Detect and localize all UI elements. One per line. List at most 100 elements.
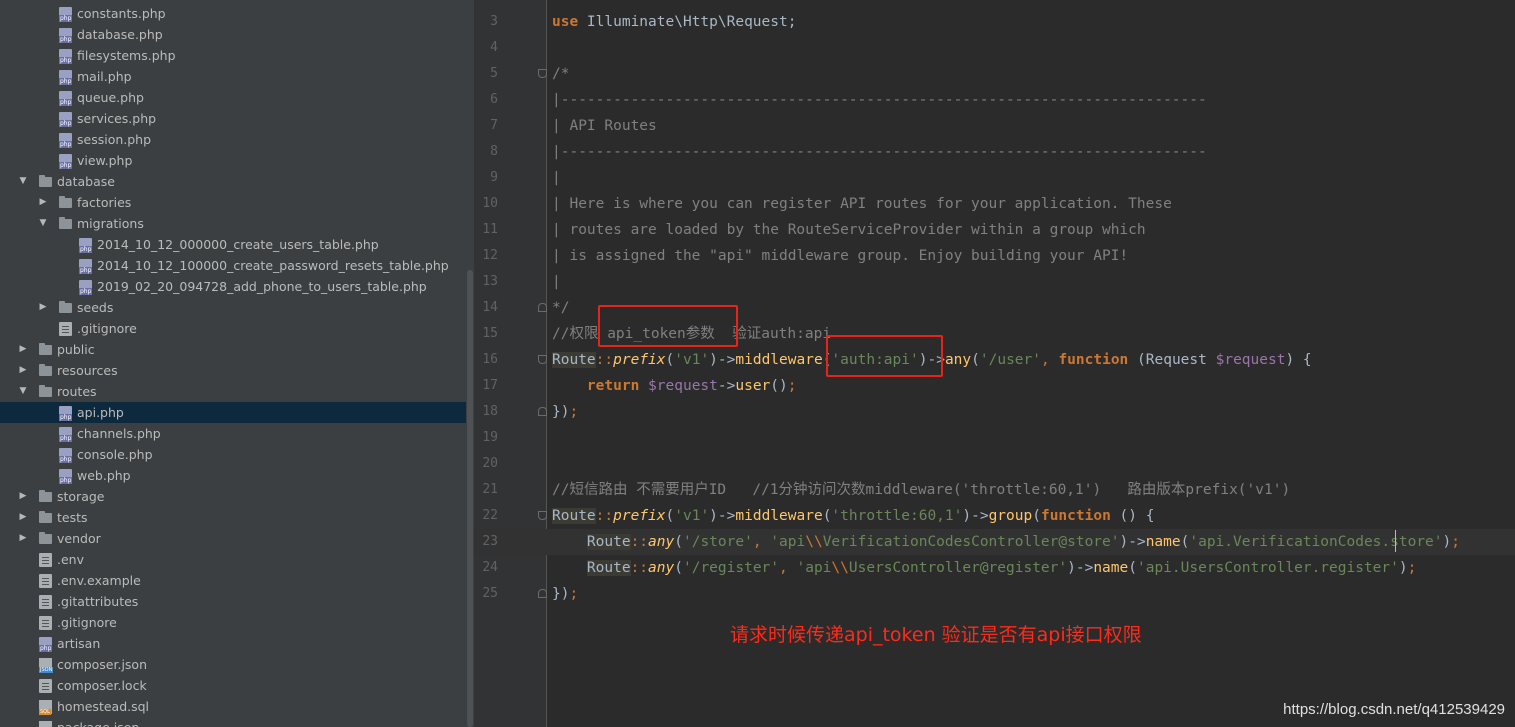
code-token: middleware [735,352,823,368]
tree-file[interactable]: queue.php [0,87,474,108]
code-line[interactable]: 19 [474,425,1515,451]
code-token: function [1058,352,1129,368]
tree-file[interactable]: .gitignore [0,318,474,339]
tree-file[interactable]: composer.lock [0,675,474,696]
code-token: Route [552,352,596,368]
fold-close-icon[interactable] [538,407,547,416]
tree-item-label: channels.php [77,426,161,441]
tree-file[interactable]: .env.example [0,570,474,591]
chevron-down-icon[interactable]: ▼ [18,171,28,192]
tree-item-label: .env.example [57,573,141,588]
code-text: return $request->user(); [552,373,797,399]
code-line[interactable]: 21 //短信路由 不需要用户ID //1分钟访问次数middleware('th… [474,477,1515,503]
folder-icon [59,301,72,313]
fold-close-icon[interactable] [538,303,547,312]
fold-open-icon[interactable] [538,355,547,364]
tree-file[interactable]: api.php [0,402,474,423]
tree-file[interactable]: 2014_10_12_100000_create_password_resets… [0,255,474,276]
tree-file[interactable]: .gitattributes [0,591,474,612]
tree-file[interactable]: package.json [0,717,474,727]
code-line[interactable]: 7 | API Routes [474,113,1515,139]
code-editor[interactable]: 3 use Illuminate\Http\Request; 4 5 /* 6 |-----… [474,0,1515,727]
tree-file[interactable]: database.php [0,24,474,45]
tree-folder[interactable]: ▶ storage [0,486,474,507]
fold-open-icon[interactable] [538,69,547,78]
tree-item-label: .gitattributes [57,594,139,609]
tree-file[interactable]: services.php [0,108,474,129]
tree-folder[interactable]: ▶ tests [0,507,474,528]
code-text: | [552,269,561,295]
code-line[interactable]: 16 Route::prefix('v1')->middleware('auth:… [474,347,1515,373]
fold-open-icon[interactable] [538,511,547,520]
tree-folder[interactable]: ▶ public [0,339,474,360]
tree-scrollbar-thumb[interactable] [467,270,473,727]
code-token: ; [1407,560,1417,576]
tree-folder[interactable]: ▶ seeds [0,297,474,318]
tree-folder[interactable]: ▼ migrations [0,213,474,234]
line-number: 18 [482,404,498,419]
code-token: )-> [962,508,989,524]
tree-file[interactable]: 2014_10_12_000000_create_users_table.php [0,234,474,255]
code-line[interactable]: 10 | Here is where you can register API r… [474,191,1515,217]
code-line[interactable]: 20 [474,451,1515,477]
tree-file[interactable]: mail.php [0,66,474,87]
chevron-right-icon[interactable]: ▶ [38,297,48,318]
tree-folder[interactable]: ▶ factories [0,192,474,213]
chevron-down-icon[interactable]: ▼ [18,381,28,402]
tree-file[interactable]: console.php [0,444,474,465]
tree-folder[interactable]: ▼ routes [0,381,474,402]
tree-folder[interactable]: ▶ resources [0,360,474,381]
code-line[interactable]: 22 Route::prefix('v1')->middleware('throt… [474,503,1515,529]
php-file-icon [59,448,73,463]
code-line[interactable]: 23 Route::any('/store', 'api\\Verificati… [474,529,1515,555]
tree-folder[interactable]: ▶ vendor [0,528,474,549]
code-line[interactable]: 25}); [474,581,1515,607]
code-line[interactable]: 6 |--------------------------------------… [474,87,1515,113]
tree-item-label: api.php [77,405,124,420]
fold-close-icon[interactable] [538,589,547,598]
code-line[interactable]: 17 return $request->user(); [474,373,1515,399]
tree-file[interactable]: .env [0,549,474,570]
tree-file[interactable]: view.php [0,150,474,171]
chevron-right-icon[interactable]: ▶ [38,192,48,213]
code-line[interactable]: 13 | [474,269,1515,295]
chevron-down-icon[interactable]: ▼ [38,213,48,234]
tree-file[interactable]: .gitignore [0,612,474,633]
chevron-right-icon[interactable]: ▶ [18,528,28,549]
code-line[interactable]: 18}); [474,399,1515,425]
code-token: 'v1' [674,508,710,524]
code-line[interactable]: 12 | is assigned the "api" middleware gro… [474,243,1515,269]
chevron-right-icon[interactable]: ▶ [18,339,28,360]
folder-icon [59,196,72,208]
code-line[interactable]: 8 |--------------------------------------… [474,139,1515,165]
tree-file[interactable]: composer.json [0,654,474,675]
code-line[interactable]: 5 /* [474,61,1515,87]
code-token: () [770,378,788,394]
code-token: \\ [805,534,823,550]
tree-file[interactable]: artisan [0,633,474,654]
tree-file[interactable]: session.php [0,129,474,150]
tree-file[interactable]: channels.php [0,423,474,444]
tree-file[interactable]: filesystems.php [0,45,474,66]
line-number: 21 [482,482,498,497]
chevron-right-icon[interactable]: ▶ [18,360,28,381]
chevron-right-icon[interactable]: ▶ [18,486,28,507]
tree-folder[interactable]: ▼ database [0,171,474,192]
code-line[interactable]: 24 Route::any('/register', 'api\\UsersCo… [474,555,1515,581]
code-line[interactable]: 9 | [474,165,1515,191]
code-text: }); [552,399,578,425]
code-text: | API Routes [552,113,657,139]
tree-file[interactable]: homestead.sql [0,696,474,717]
chevron-right-icon[interactable]: ▶ [18,507,28,528]
code-line[interactable]: 3 use Illuminate\Http\Request; [474,9,1515,35]
code-token: 'v1' [674,352,710,368]
text-file-icon [59,322,72,336]
code-token: |---------------------------------------… [552,92,1207,108]
code-token: | Here is where you can register API rou… [552,196,1172,212]
tree-file[interactable]: constants.php [0,3,474,24]
tree-file[interactable]: 2019_02_20_094728_add_phone_to_users_tab… [0,276,474,297]
tree-file[interactable]: web.php [0,465,474,486]
code-line[interactable]: 11 | routes are loaded by the RouteServic… [474,217,1515,243]
highlight-box-api-token [598,305,738,347]
code-line[interactable]: 4 [474,35,1515,61]
